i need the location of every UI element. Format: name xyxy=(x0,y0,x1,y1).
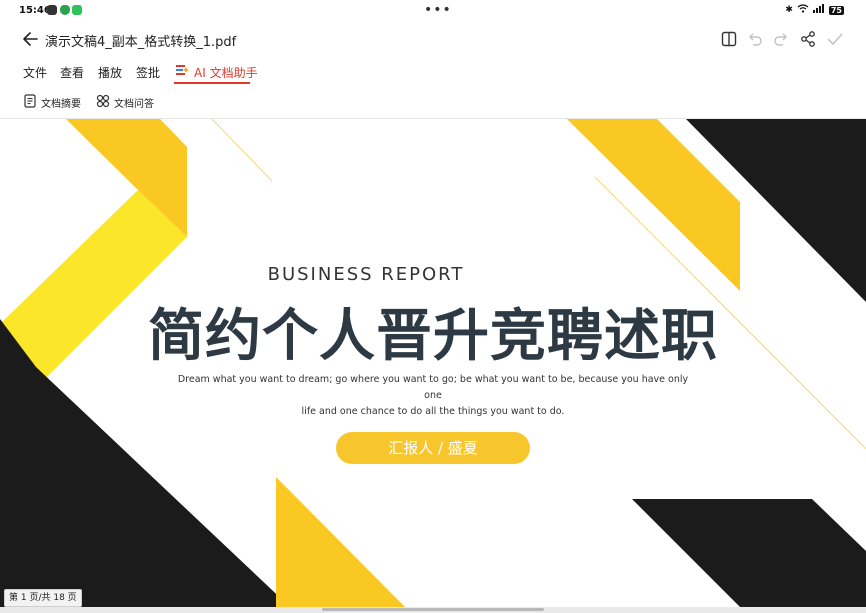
slide-page[interactable]: BUSINESS REPORT 简约个人晋升竞聘述职 Dream what yo… xyxy=(0,119,866,607)
redo-icon[interactable] xyxy=(772,30,790,48)
confirm-check-icon[interactable] xyxy=(826,30,844,48)
split-view-icon[interactable] xyxy=(720,30,738,48)
signal-icon xyxy=(812,4,825,16)
thin-line-top xyxy=(211,119,273,182)
menu-ai-assistant[interactable]: AI 文档助手 xyxy=(194,64,258,81)
more-dots-icon[interactable]: ••• xyxy=(424,2,452,18)
shield-icon xyxy=(60,5,70,15)
doc-summary-label: 文档摘要 xyxy=(41,99,81,110)
menu-play[interactable]: 播放 xyxy=(98,64,122,81)
menu-view[interactable]: 查看 xyxy=(60,64,84,81)
slide-main-title: 简约个人晋升竞聘述职 xyxy=(148,304,718,369)
back-arrow-icon[interactable] xyxy=(21,29,41,49)
doc-qa-label: 文档问答 xyxy=(114,99,154,110)
menu-bar: 文件 查看 播放 签批 AI 文档助手 xyxy=(0,60,866,86)
horizontal-scrollbar[interactable] xyxy=(322,608,544,611)
status-bar: 15:46 ••• ✱ 75 xyxy=(0,0,866,22)
bottom-scrollbar-track xyxy=(0,607,866,613)
summary-icon xyxy=(23,94,37,111)
description-line-1: Dream what you want to dream; go where y… xyxy=(177,374,689,401)
menu-file[interactable]: 文件 xyxy=(23,64,47,81)
wechat-icon xyxy=(72,5,82,15)
qa-icon xyxy=(96,94,110,111)
yellow-band-bottom xyxy=(276,477,405,607)
ai-subtoolbar: 文档摘要 文档问答 xyxy=(0,90,866,116)
undo-icon[interactable] xyxy=(746,30,764,48)
slide-description: Dream what you want to dream; go where y… xyxy=(170,372,696,420)
doc-summary-button[interactable]: 文档摘要 xyxy=(23,94,81,111)
battery-icon: 75 xyxy=(828,5,844,15)
menu-annotate[interactable]: 签批 xyxy=(136,64,160,81)
system-status: ✱ 75 xyxy=(785,4,844,16)
presenter-pill: 汇报人 / 盛夏 xyxy=(336,432,530,464)
doc-qa-button[interactable]: 文档问答 xyxy=(96,94,154,111)
wifi-icon xyxy=(797,4,809,16)
business-report-heading: BUSINESS REPORT xyxy=(267,264,465,285)
document-title: 演示文稿4_副本_格式转换_1.pdf xyxy=(45,35,237,50)
ai-assistant-icon xyxy=(175,63,189,80)
share-icon[interactable] xyxy=(799,30,817,48)
active-tab-indicator xyxy=(174,82,250,84)
bluetooth-icon: ✱ xyxy=(785,5,793,15)
black-shape-bottom-right xyxy=(632,499,866,607)
title-bar: 演示文稿4_副本_格式转换_1.pdf xyxy=(0,28,866,52)
page-indicator: 第 1 页/共 18 页 xyxy=(4,589,82,607)
app-notification-icon xyxy=(47,5,57,15)
description-line-2: life and one chance to do all the things… xyxy=(301,406,565,417)
